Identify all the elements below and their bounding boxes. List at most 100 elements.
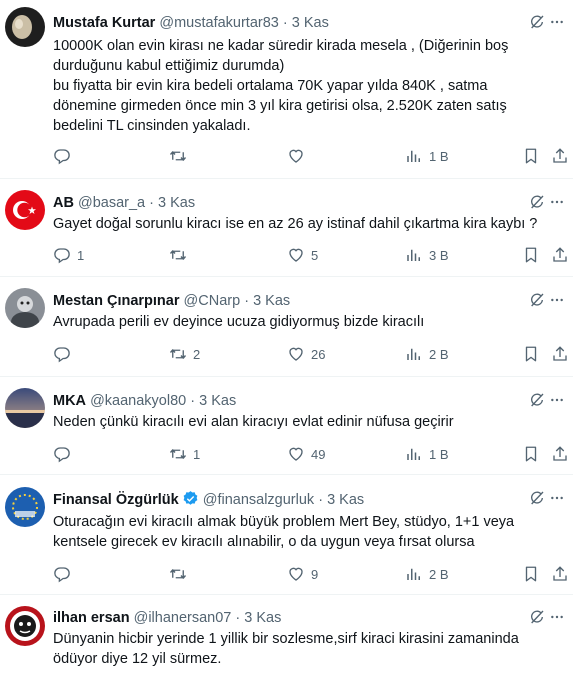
- share-icon: [551, 445, 569, 463]
- like-button[interactable]: 5: [287, 245, 318, 265]
- retweet-count: 1: [193, 446, 201, 462]
- bookmark-button[interactable]: [522, 444, 540, 464]
- views-button[interactable]: 1 B: [405, 146, 449, 166]
- grok-icon[interactable]: [529, 392, 545, 408]
- tweet-text: Oturacağın evi kiracılı almak büyük prob…: [53, 512, 561, 552]
- reply-button[interactable]: [53, 564, 77, 584]
- heart-icon: [287, 445, 305, 463]
- retweet-button[interactable]: 1: [169, 444, 200, 464]
- retweet-icon: [169, 565, 187, 583]
- more-options-icon[interactable]: [549, 194, 565, 210]
- views-button[interactable]: 2 B: [405, 344, 449, 364]
- more-options-icon[interactable]: [549, 14, 565, 30]
- tweet-text-line: Oturacağın evi kiracılı almak büyük prob…: [53, 514, 515, 530]
- retweet-button[interactable]: [169, 564, 193, 584]
- author-handle[interactable]: @ilhanersan07: [134, 610, 232, 626]
- grok-icon[interactable]: [529, 490, 545, 506]
- author-handle[interactable]: @CNarp: [184, 293, 241, 309]
- tweet[interactable]: AB @basar_a · 3 Kas Gayet doğal sorunlu …: [0, 178, 573, 277]
- bookmark-button[interactable]: [522, 564, 540, 584]
- tweet[interactable]: MKA @kaanakyol80 · 3 Kas Neden çünkü kir…: [0, 376, 573, 475]
- like-button[interactable]: [287, 146, 311, 166]
- avatar[interactable]: [5, 190, 45, 230]
- action-bar: 1 5 3 B: [53, 245, 573, 265]
- action-bar: 9 2 B: [53, 564, 573, 584]
- like-button[interactable]: 49: [287, 444, 325, 464]
- avatar[interactable]: [5, 606, 45, 646]
- author-handle[interactable]: @mustafakurtar83: [159, 15, 279, 31]
- tweet-text-line: ödüyor diye 12 yil sürmez.: [53, 651, 222, 667]
- grok-icon[interactable]: [529, 609, 545, 625]
- timestamp[interactable]: 3 Kas: [292, 15, 329, 31]
- grok-icon[interactable]: [529, 14, 545, 30]
- tweet-text: Neden çünkü kiracılı evi alan kiracıyı e…: [53, 412, 561, 432]
- tweet-text: 10000K olan evin kirası ne kadar süredir…: [53, 36, 561, 136]
- more-options-icon[interactable]: [549, 490, 565, 506]
- author-name[interactable]: ilhan ersan: [53, 610, 130, 626]
- views-button[interactable]: 1 B: [405, 444, 449, 464]
- bookmark-button[interactable]: [522, 344, 540, 364]
- tweet-text-line: 10000K olan evin kirası ne kadar süredir…: [53, 38, 509, 54]
- reply-icon: [53, 445, 71, 463]
- tweet-text-line: bu fiyatta bir evin kira bedeli ortalama…: [53, 78, 488, 94]
- reply-button[interactable]: 1: [53, 245, 84, 265]
- views-button[interactable]: 3 B: [405, 245, 449, 265]
- author-name[interactable]: Finansal Özgürlük: [53, 492, 179, 508]
- retweet-button[interactable]: 2: [169, 344, 200, 364]
- bookmark-icon: [522, 246, 540, 264]
- reply-button[interactable]: [53, 146, 77, 166]
- tweet-text-line: kentsele girecek ev kiracılı alınabilir,…: [53, 534, 475, 550]
- tweet[interactable]: Finansal Özgürlük @finansalzgurluk · 3 K…: [0, 474, 573, 595]
- author-name[interactable]: MKA: [53, 393, 86, 409]
- timestamp[interactable]: 3 Kas: [253, 293, 290, 309]
- heart-icon: [287, 345, 305, 363]
- retweet-button[interactable]: [169, 146, 193, 166]
- avatar[interactable]: [5, 487, 45, 527]
- tweet[interactable]: ilhan ersan @ilhanersan07 · 3 Kas Dünyan…: [0, 594, 573, 673]
- bookmark-button[interactable]: [522, 146, 540, 166]
- views-button[interactable]: 2 B: [405, 564, 449, 584]
- grok-icon[interactable]: [529, 194, 545, 210]
- like-count: 9: [311, 566, 319, 582]
- more-options-icon[interactable]: [549, 609, 565, 625]
- author-name[interactable]: Mestan Çınarpınar: [53, 293, 180, 309]
- share-button[interactable]: [551, 564, 569, 584]
- like-button[interactable]: 9: [287, 564, 318, 584]
- tweet[interactable]: Mustafa Kurtar @mustafakurtar83 · 3 Kas …: [0, 0, 573, 179]
- share-button[interactable]: [551, 344, 569, 364]
- like-button[interactable]: 26: [287, 344, 325, 364]
- author-name[interactable]: Mustafa Kurtar: [53, 15, 155, 31]
- timestamp[interactable]: 3 Kas: [327, 492, 364, 508]
- timestamp[interactable]: 3 Kas: [199, 393, 236, 409]
- timestamp[interactable]: 3 Kas: [244, 610, 281, 626]
- tweet-text: Gayet doğal sorunlu kiracı ise en az 26 …: [53, 214, 561, 234]
- retweet-button[interactable]: [169, 245, 193, 265]
- author-handle[interactable]: @basar_a: [78, 195, 145, 211]
- avatar[interactable]: [5, 288, 45, 328]
- bookmark-button[interactable]: [522, 245, 540, 265]
- reply-button[interactable]: [53, 444, 77, 464]
- more-options-icon[interactable]: [549, 292, 565, 308]
- author-handle[interactable]: @kaanakyol80: [90, 393, 186, 409]
- author-name[interactable]: AB: [53, 195, 74, 211]
- share-button[interactable]: [551, 245, 569, 265]
- avatar[interactable]: [5, 7, 45, 47]
- tweet-text-line: Neden çünkü kiracılı evi alan kiracıyı e…: [53, 414, 454, 430]
- reply-button[interactable]: [53, 344, 77, 364]
- separator-dot: ·: [149, 195, 154, 211]
- more-options-icon[interactable]: [549, 392, 565, 408]
- share-button[interactable]: [551, 444, 569, 464]
- reply-icon: [53, 345, 71, 363]
- views-icon: [405, 345, 423, 363]
- tweet[interactable]: Mestan Çınarpınar @CNarp · 3 Kas Avrupad…: [0, 276, 573, 377]
- author-handle[interactable]: @finansalzgurluk: [203, 492, 314, 508]
- share-button[interactable]: [551, 146, 569, 166]
- timestamp[interactable]: 3 Kas: [158, 195, 195, 211]
- grok-icon[interactable]: [529, 292, 545, 308]
- retweet-icon: [169, 246, 187, 264]
- tweet-header: Mustafa Kurtar @mustafakurtar83 · 3 Kas: [53, 14, 329, 32]
- tweet-header: Finansal Özgürlük @finansalzgurluk · 3 K…: [53, 490, 364, 509]
- heart-icon: [287, 565, 305, 583]
- avatar[interactable]: [5, 388, 45, 428]
- tweet-text: Dünyanin hicbir yerinde 1 yillik bir soz…: [53, 629, 561, 669]
